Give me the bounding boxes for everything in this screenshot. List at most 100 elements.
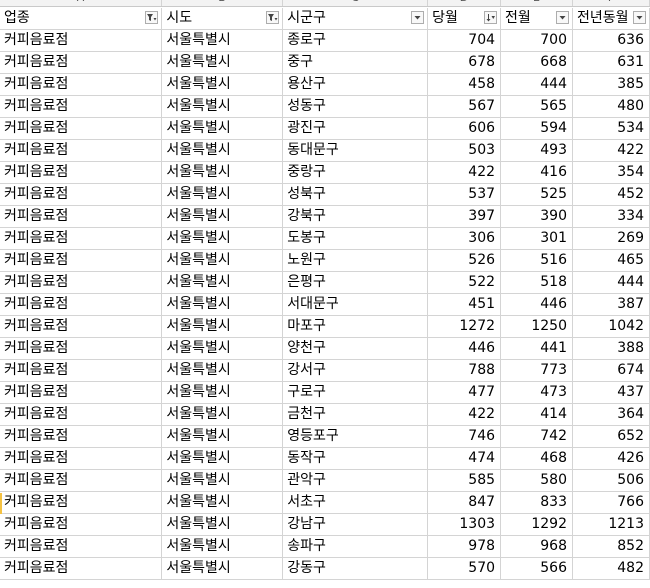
column-letter-f[interactable]: F <box>573 0 650 6</box>
cell-b[interactable]: 서울특별시 <box>161 73 284 96</box>
cell-e[interactable]: 594 <box>500 117 573 140</box>
cell-e[interactable]: 444 <box>500 73 573 96</box>
cell-e[interactable]: 566 <box>500 557 573 580</box>
column-letter-e[interactable]: E <box>501 0 573 6</box>
cell-d[interactable]: 422 <box>427 161 502 184</box>
cell-e[interactable]: 414 <box>500 403 573 426</box>
cell-d[interactable]: 306 <box>427 227 502 250</box>
cell-e[interactable]: 773 <box>500 359 573 382</box>
cell-e[interactable]: 700 <box>500 29 573 52</box>
cell-f[interactable]: 426 <box>572 447 650 470</box>
cell-b[interactable]: 서울특별시 <box>161 381 284 404</box>
filter-active-icon[interactable] <box>266 11 280 24</box>
cell-c[interactable]: 서대문구 <box>282 293 429 316</box>
cell-c[interactable]: 강남구 <box>282 513 429 536</box>
cell-f[interactable]: 480 <box>572 95 650 118</box>
cell-b[interactable]: 서울특별시 <box>161 359 284 382</box>
cell-a[interactable]: 커피음료점 <box>0 95 163 118</box>
cell-b[interactable]: 서울특별시 <box>161 557 284 580</box>
cell-b[interactable]: 서울특별시 <box>161 51 284 74</box>
cell-c[interactable]: 강동구 <box>282 557 429 580</box>
cell-d[interactable]: 788 <box>427 359 502 382</box>
dropdown-arrow-icon[interactable] <box>411 11 425 24</box>
cell-c[interactable]: 중랑구 <box>282 161 429 184</box>
sort-descending-icon[interactable] <box>484 11 498 24</box>
cell-d[interactable]: 746 <box>427 425 502 448</box>
cell-e[interactable]: 668 <box>500 51 573 74</box>
column-header-c[interactable]: 시군구 <box>282 8 429 30</box>
cell-d[interactable]: 446 <box>427 337 502 360</box>
cell-e[interactable]: 968 <box>500 535 573 558</box>
cell-a[interactable]: 커피음료점 <box>0 447 163 470</box>
cell-b[interactable]: 서울특별시 <box>161 425 284 448</box>
cell-d[interactable]: 1272 <box>427 315 502 338</box>
column-header-d[interactable]: 당월 <box>427 8 502 30</box>
cell-c[interactable]: 용산구 <box>282 73 429 96</box>
cell-f[interactable]: 354 <box>572 161 650 184</box>
column-header-f[interactable]: 전년동월 <box>572 8 650 30</box>
cell-f[interactable]: 422 <box>572 139 650 162</box>
cell-f[interactable]: 1213 <box>572 513 650 536</box>
cell-b[interactable]: 서울특별시 <box>161 29 284 52</box>
cell-d[interactable]: 537 <box>427 183 502 206</box>
cell-d[interactable]: 847 <box>427 491 502 514</box>
cell-a[interactable]: 커피음료점 <box>0 271 163 294</box>
column-letter-b[interactable]: B <box>162 0 283 6</box>
cell-a[interactable]: 커피음료점 <box>0 491 163 514</box>
cell-a[interactable]: 커피음료점 <box>0 403 163 426</box>
cell-d[interactable]: 978 <box>427 535 502 558</box>
cell-f[interactable]: 506 <box>572 469 650 492</box>
cell-b[interactable]: 서울특별시 <box>161 227 284 250</box>
cell-c[interactable]: 마포구 <box>282 315 429 338</box>
cell-f[interactable]: 385 <box>572 73 650 96</box>
column-header-e[interactable]: 전월 <box>500 8 573 30</box>
cell-b[interactable]: 서울특별시 <box>161 315 284 338</box>
cell-a[interactable]: 커피음료점 <box>0 293 163 316</box>
cell-a[interactable]: 커피음료점 <box>0 535 163 558</box>
cell-d[interactable]: 503 <box>427 139 502 162</box>
cell-b[interactable]: 서울특별시 <box>161 249 284 272</box>
cell-d[interactable]: 678 <box>427 51 502 74</box>
column-letter-a[interactable]: A <box>0 0 162 6</box>
cell-c[interactable]: 양천구 <box>282 337 429 360</box>
cell-f[interactable]: 631 <box>572 51 650 74</box>
cell-a[interactable]: 커피음료점 <box>0 161 163 184</box>
cell-d[interactable]: 606 <box>427 117 502 140</box>
cell-c[interactable]: 광진구 <box>282 117 429 140</box>
cell-f[interactable]: 534 <box>572 117 650 140</box>
cell-a[interactable]: 커피음료점 <box>0 73 163 96</box>
cell-f[interactable]: 766 <box>572 491 650 514</box>
cell-f[interactable]: 334 <box>572 205 650 228</box>
cell-b[interactable]: 서울특별시 <box>161 469 284 492</box>
cell-f[interactable]: 269 <box>572 227 650 250</box>
cell-f[interactable]: 437 <box>572 381 650 404</box>
cell-a[interactable]: 커피음료점 <box>0 139 163 162</box>
cell-b[interactable]: 서울특별시 <box>161 513 284 536</box>
dropdown-arrow-icon[interactable] <box>633 11 646 24</box>
cell-c[interactable]: 서초구 <box>282 491 429 514</box>
cell-a[interactable]: 커피음료점 <box>0 557 163 580</box>
cell-e[interactable]: 301 <box>500 227 573 250</box>
cell-f[interactable]: 452 <box>572 183 650 206</box>
cell-c[interactable]: 송파구 <box>282 535 429 558</box>
filter-active-icon[interactable] <box>145 11 159 24</box>
cell-c[interactable]: 관악구 <box>282 469 429 492</box>
cell-a[interactable]: 커피음료점 <box>0 205 163 228</box>
cell-a[interactable]: 커피음료점 <box>0 425 163 448</box>
cell-a[interactable]: 커피음료점 <box>0 249 163 272</box>
cell-b[interactable]: 서울특별시 <box>161 491 284 514</box>
cell-a[interactable]: 커피음료점 <box>0 381 163 404</box>
cell-b[interactable]: 서울특별시 <box>161 95 284 118</box>
cell-f[interactable]: 388 <box>572 337 650 360</box>
cell-f[interactable]: 387 <box>572 293 650 316</box>
cell-e[interactable]: 473 <box>500 381 573 404</box>
cell-f[interactable]: 852 <box>572 535 650 558</box>
cell-f[interactable]: 1042 <box>572 315 650 338</box>
cell-d[interactable]: 477 <box>427 381 502 404</box>
cell-d[interactable]: 570 <box>427 557 502 580</box>
cell-f[interactable]: 465 <box>572 249 650 272</box>
cell-d[interactable]: 704 <box>427 29 502 52</box>
cell-b[interactable]: 서울특별시 <box>161 293 284 316</box>
cell-c[interactable]: 동대문구 <box>282 139 429 162</box>
cell-d[interactable]: 397 <box>427 205 502 228</box>
